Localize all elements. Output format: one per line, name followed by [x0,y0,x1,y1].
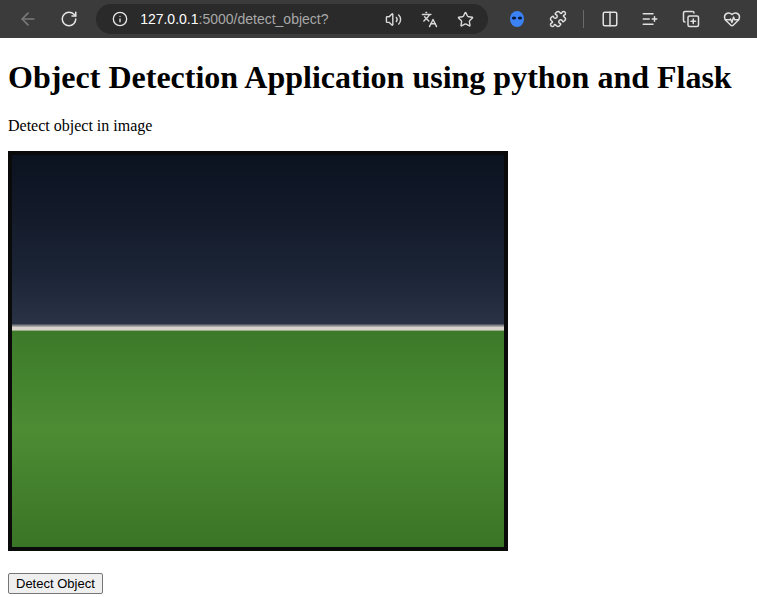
page-subtitle: Detect object in image [8,117,152,135]
browser-essentials-button[interactable] [716,4,747,34]
translate-icon [421,11,438,28]
favorite-button[interactable] [450,6,480,32]
favorites-button[interactable] [635,4,666,34]
browser-window: 127.0.0.1:5000/detect_object? Object Dete… [0,0,757,597]
translate-button[interactable] [414,6,444,32]
detection-result-image [8,151,508,551]
puzzle-icon [549,10,567,28]
refresh-icon [60,10,78,28]
alien-extension-icon [507,9,527,29]
split-screen-icon [601,10,619,28]
read-aloud-icon [385,11,402,28]
collections-button[interactable] [676,4,707,34]
page-heading: Object Detection Application using pytho… [8,59,732,96]
heart-pulse-icon [723,10,741,28]
address-path: :5000/detect_object? [199,11,329,27]
arrow-left-icon [18,9,38,29]
extension-button[interactable] [502,4,533,34]
star-icon [457,11,474,28]
page-content: Object Detection Application using pytho… [0,38,757,597]
collections-icon [682,10,700,28]
read-aloud-button[interactable] [378,6,408,32]
info-icon [112,11,128,27]
split-screen-button[interactable] [594,4,625,34]
address-text[interactable]: 127.0.0.1:5000/detect_object? [140,11,372,27]
address-bar[interactable]: 127.0.0.1:5000/detect_object? [96,4,488,34]
extensions-button[interactable] [543,4,574,34]
toolbar-separator [583,10,584,28]
address-host: 127.0.0.1 [140,11,198,27]
refresh-button[interactable] [55,4,82,34]
browser-toolbar: 127.0.0.1:5000/detect_object? [0,0,757,38]
detect-object-button[interactable]: Detect Object [8,573,103,594]
favorites-icon [641,10,659,28]
back-button[interactable] [14,4,41,34]
